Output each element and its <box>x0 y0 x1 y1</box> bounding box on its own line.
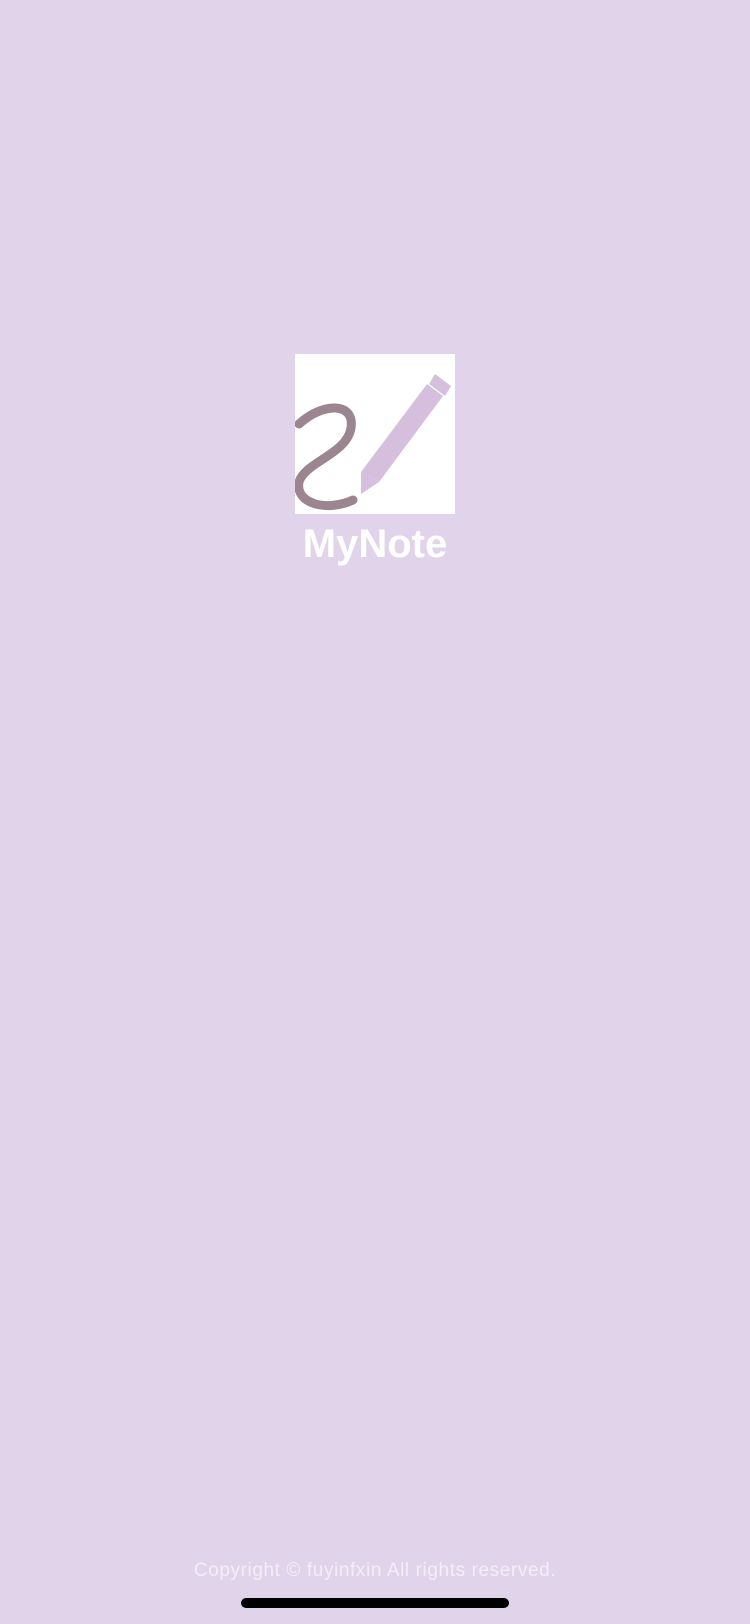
splash-screen: MyNote Copyright © fuyinfxin All rights … <box>0 0 750 1624</box>
signature-pen-icon <box>295 374 451 511</box>
app-logo <box>295 354 455 514</box>
copyright-text: Copyright © fuyinfxin All rights reserve… <box>193 1560 557 1581</box>
home-indicator[interactable] <box>241 1598 509 1608</box>
app-name: MyNote <box>302 522 448 566</box>
